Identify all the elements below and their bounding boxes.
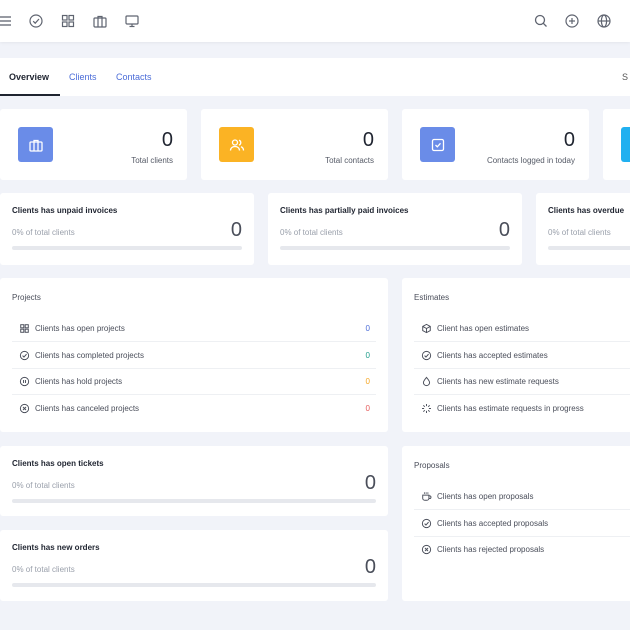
row-label: Clients has canceled projects bbox=[35, 403, 140, 413]
estimates-panel: Estimates Client has open estimates Clie… bbox=[402, 278, 630, 432]
card-value: 0 bbox=[498, 219, 510, 241]
projects-panel: Projects Clients has open projects 0 Cli… bbox=[0, 278, 388, 432]
stat-label: Total clients bbox=[131, 156, 173, 165]
card-open-tickets: Clients has open tickets 0% of total cli… bbox=[0, 446, 388, 516]
check-square-icon bbox=[420, 127, 455, 162]
active-tab-indicator bbox=[0, 94, 60, 96]
card-title: Clients has new orders bbox=[12, 543, 100, 552]
stat-label: Contacts logged in today bbox=[486, 156, 575, 165]
tab-overview[interactable]: Overview bbox=[9, 72, 49, 82]
droplet-icon bbox=[421, 376, 432, 387]
row-label: Clients has accepted estimates bbox=[437, 350, 548, 360]
stat-card-partial bbox=[603, 109, 630, 180]
card-subtitle: 0% of total clients bbox=[548, 228, 611, 237]
stat-value: 0 bbox=[362, 129, 374, 151]
progress-bar bbox=[280, 246, 510, 250]
list-item[interactable]: Clients has open projects 0 bbox=[12, 316, 376, 343]
menu-icon[interactable] bbox=[0, 13, 13, 29]
card-title: Clients has overdue bbox=[548, 206, 625, 215]
coffee-icon bbox=[421, 491, 432, 502]
grid-icon[interactable] bbox=[60, 13, 76, 29]
row-value: 0 bbox=[365, 376, 370, 386]
card-overdue-invoices: Clients has overdue 0% of total clients bbox=[536, 193, 630, 265]
tabs-bar: Overview Clients Contacts S bbox=[0, 58, 630, 96]
row-label: Client has open estimates bbox=[437, 324, 530, 334]
row-label: Clients has open proposals bbox=[437, 492, 534, 502]
check-circle-icon bbox=[421, 350, 432, 361]
card-unpaid-invoices: Clients has unpaid invoices 0% of total … bbox=[0, 193, 254, 265]
panel-title: Proposals bbox=[414, 461, 450, 470]
card-subtitle: 0% of total clients bbox=[12, 481, 75, 490]
check-circle-icon bbox=[19, 350, 30, 361]
progress-bar bbox=[12, 246, 242, 250]
row-label: Clients has rejected proposals bbox=[437, 545, 545, 555]
row-label: Clients has completed projects bbox=[35, 350, 144, 360]
stat-card-total-contacts: 0 Total contacts bbox=[201, 109, 388, 180]
list-item[interactable]: Clients has rejected proposals bbox=[414, 537, 630, 563]
card-value: 0 bbox=[364, 556, 376, 578]
card-value: 0 bbox=[230, 219, 242, 241]
row-label: Clients has new estimate requests bbox=[437, 376, 559, 386]
panel-title: Projects bbox=[12, 293, 41, 302]
stat-value: 0 bbox=[563, 129, 575, 151]
card-subtitle: 0% of total clients bbox=[280, 228, 343, 237]
row-label: Clients has accepted proposals bbox=[437, 518, 549, 528]
plus-circle-icon[interactable] bbox=[564, 13, 580, 29]
top-navbar bbox=[0, 0, 630, 42]
list-item[interactable]: Clients has hold projects 0 bbox=[12, 369, 376, 396]
check-circle-icon[interactable] bbox=[28, 13, 44, 29]
tab-edge-text: S bbox=[621, 72, 628, 82]
stat-card-contacts-logged-in: 0 Contacts logged in today bbox=[402, 109, 589, 180]
list-item[interactable]: Clients has new estimate requests bbox=[414, 369, 630, 396]
box-icon bbox=[421, 323, 432, 334]
loader-icon bbox=[421, 403, 432, 414]
card-title: Clients has open tickets bbox=[12, 459, 104, 468]
row-label: Clients has open projects bbox=[35, 324, 125, 334]
globe-icon[interactable] bbox=[596, 13, 612, 29]
progress-bar bbox=[12, 499, 376, 503]
pause-circle-icon bbox=[19, 376, 30, 387]
progress-bar bbox=[12, 583, 376, 587]
card-partially-paid-invoices: Clients has partially paid invoices 0% o… bbox=[268, 193, 522, 265]
x-circle-icon bbox=[19, 403, 30, 414]
panel-title: Estimates bbox=[414, 293, 450, 302]
card-subtitle: 0% of total clients bbox=[12, 228, 75, 237]
monitor-icon[interactable] bbox=[124, 13, 140, 29]
tab-clients[interactable]: Clients bbox=[69, 72, 97, 82]
list-item[interactable]: Clients has estimate requests in progres… bbox=[414, 395, 630, 421]
tab-contacts[interactable]: Contacts bbox=[116, 72, 152, 82]
row-label: Clients has hold projects bbox=[35, 376, 123, 386]
card-subtitle: 0% of total clients bbox=[12, 565, 75, 574]
grid-icon bbox=[19, 323, 30, 334]
row-label: Clients has estimate requests in progres… bbox=[437, 403, 584, 413]
users-icon bbox=[219, 127, 254, 162]
briefcase-icon[interactable] bbox=[92, 13, 108, 29]
search-icon[interactable] bbox=[533, 13, 549, 29]
card-title: Clients has partially paid invoices bbox=[280, 206, 409, 215]
x-circle-icon bbox=[421, 544, 432, 555]
list-item[interactable]: Clients has canceled projects 0 bbox=[12, 395, 376, 421]
stat-label: Total contacts bbox=[325, 156, 374, 165]
list-item[interactable]: Clients has accepted proposals bbox=[414, 510, 630, 537]
list-item[interactable]: Client has open estimates bbox=[414, 316, 630, 343]
proposals-panel: Proposals Clients has open proposals Cli… bbox=[402, 446, 630, 601]
card-title: Clients has unpaid invoices bbox=[12, 206, 118, 215]
progress-bar bbox=[548, 246, 630, 250]
check-circle-icon bbox=[421, 518, 432, 529]
briefcase-icon bbox=[18, 127, 53, 162]
stat-value: 0 bbox=[161, 129, 173, 151]
card-value: 0 bbox=[364, 472, 376, 494]
row-value: 0 bbox=[365, 324, 370, 334]
row-value: 0 bbox=[365, 403, 370, 413]
stat-icon-tile bbox=[621, 127, 630, 162]
list-item[interactable]: Clients has open proposals bbox=[414, 484, 630, 511]
list-item[interactable]: Clients has accepted estimates bbox=[414, 342, 630, 369]
list-item[interactable]: Clients has completed projects 0 bbox=[12, 342, 376, 369]
card-new-orders: Clients has new orders 0% of total clien… bbox=[0, 530, 388, 601]
row-value: 0 bbox=[365, 350, 370, 360]
stat-card-total-clients: 0 Total clients bbox=[0, 109, 187, 180]
